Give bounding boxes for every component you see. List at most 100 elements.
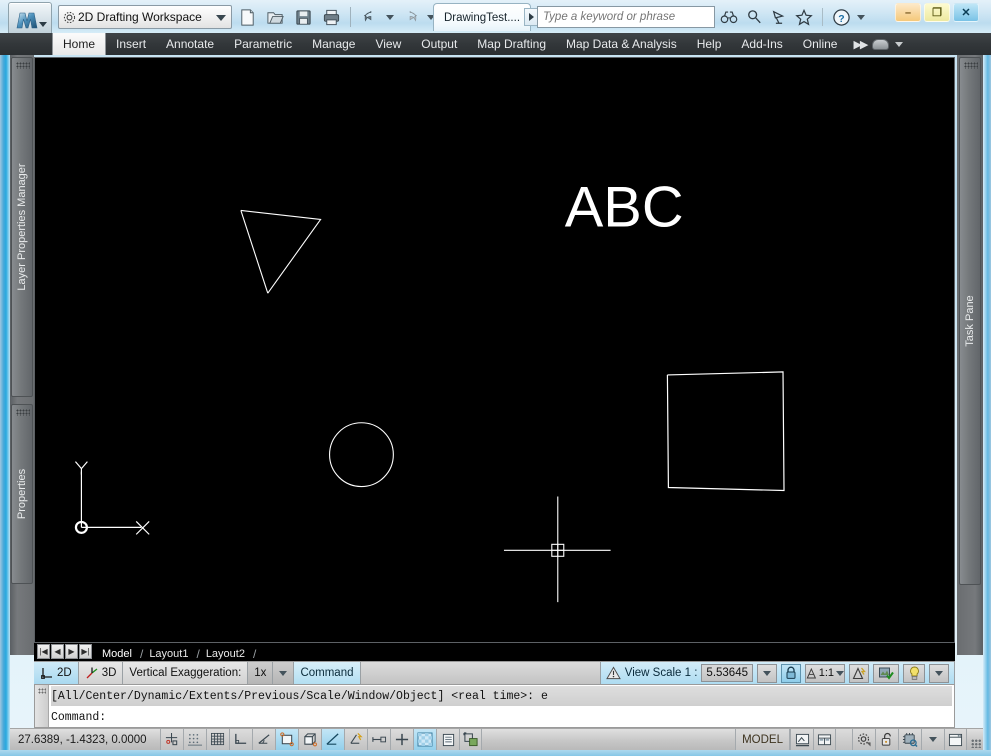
ribbon-tab-home[interactable]: Home — [52, 33, 107, 55]
text-entity-abc[interactable]: ABC — [565, 175, 684, 239]
layout-tab-layout1[interactable]: Layout1 — [144, 647, 195, 661]
ribbon-tab-label: Online — [802, 37, 838, 51]
ribbon-tab-parametric[interactable]: Parametric — [224, 33, 302, 55]
ribbon-tab-online[interactable]: Online — [793, 33, 848, 55]
layout-tab-model[interactable]: Model — [97, 647, 139, 661]
3d-object-snap-toggle[interactable] — [298, 729, 321, 750]
ribbon-tab-annotate[interactable]: Annotate — [156, 33, 224, 55]
star-icon[interactable] — [793, 5, 815, 29]
maximize-window-button[interactable]: ❐ — [924, 3, 950, 22]
show-lineweight-toggle[interactable] — [390, 729, 413, 750]
snap-mode-toggle[interactable] — [183, 729, 206, 750]
redo-button[interactable] — [397, 4, 424, 30]
satellite-dish-icon[interactable] — [768, 5, 790, 29]
view-scale-overflow-button[interactable] — [929, 663, 949, 683]
view-3d-button[interactable]: 3D — [78, 662, 124, 684]
workspace-selector[interactable]: 2D Drafting Workspace — [58, 5, 232, 29]
chevron-down-icon[interactable] — [895, 41, 904, 47]
panel-tab-task-pane[interactable]: Task Pane — [959, 57, 981, 585]
object-snap-tracking-toggle[interactable] — [321, 729, 344, 750]
previous-layout-button[interactable]: ◀ — [51, 644, 64, 659]
undo-dropdown-button[interactable] — [384, 4, 396, 30]
selection-cycling-toggle[interactable] — [459, 729, 482, 750]
next-layout-button[interactable]: ▶ — [65, 644, 78, 659]
binoculars-icon[interactable] — [718, 5, 740, 29]
search-input[interactable] — [538, 7, 714, 27]
command-tab[interactable]: Command — [294, 662, 361, 684]
window-frame-left — [0, 0, 10, 756]
ortho-corner-icon — [233, 732, 249, 747]
infer-constraints-toggle[interactable] — [160, 729, 183, 750]
lightbulb-button[interactable] — [903, 663, 925, 683]
transparency-toggle[interactable] — [413, 729, 436, 750]
ribbon-tab-add-ins[interactable]: Add-Ins — [731, 33, 792, 55]
polar-tracking-toggle[interactable] — [252, 729, 275, 750]
double-chevron-right-icon[interactable]: ▶▶ — [853, 38, 868, 51]
chevron-down-icon[interactable] — [216, 15, 226, 21]
drawing-window[interactable]: – ❐ ✕ ABC — [34, 57, 955, 643]
new-file-button[interactable] — [234, 4, 261, 30]
ortho-mode-toggle[interactable] — [229, 729, 252, 750]
workspace-switching-button[interactable] — [852, 729, 875, 750]
vertical-exaggeration-value[interactable]: 1x — [248, 662, 274, 684]
view-2d-button[interactable]: 2D — [34, 662, 79, 684]
close-window-button[interactable]: ✕ — [953, 3, 979, 22]
ribbon-tab-view[interactable]: View — [365, 33, 411, 55]
model-paper-space-button[interactable]: MODEL — [735, 729, 790, 750]
magnifier-icon[interactable] — [743, 5, 765, 29]
command-window[interactable]: [All/Center/Dynamic/Extents/Previous/Sca… — [34, 684, 955, 728]
undo-button[interactable] — [356, 4, 383, 30]
layout-tab-layout2[interactable]: Layout2 — [201, 647, 252, 661]
ribbon-tab-map-data-analysis[interactable]: Map Data & Analysis — [556, 33, 687, 55]
view-scale-dropdown-button[interactable] — [757, 663, 777, 683]
grid-display-toggle[interactable] — [206, 729, 229, 750]
command-window-grip[interactable] — [35, 685, 49, 727]
panel-tab-properties[interactable]: Properties — [11, 404, 33, 584]
minimize-window-button[interactable]: – — [895, 3, 921, 22]
clean-screen-button[interactable] — [944, 729, 967, 750]
search-input-wrapper[interactable] — [537, 6, 715, 28]
drag-grip-icon[interactable] — [16, 409, 30, 416]
document-tab[interactable]: DrawingTest.... — [433, 3, 531, 31]
application-menu-caret-icon — [39, 22, 47, 27]
model-space-canvas[interactable]: ABC — [35, 58, 954, 642]
help-dropdown-button[interactable] — [855, 4, 867, 30]
warning-triangle-icon[interactable] — [605, 666, 621, 680]
document-tab-overflow-button[interactable] — [524, 8, 538, 26]
ribbon-tab-help[interactable]: Help — [687, 33, 732, 55]
dynamic-ucs-toggle[interactable] — [344, 729, 367, 750]
save-button[interactable] — [290, 4, 317, 30]
panel-tab-layer-properties-manager[interactable]: Layer Properties Manager — [11, 57, 33, 397]
autocad-map-3d-logo-icon — [14, 7, 40, 33]
object-snap-toggle[interactable] — [275, 729, 298, 750]
ribbon-tab-output[interactable]: Output — [411, 33, 467, 55]
drag-grip-icon[interactable] — [964, 62, 978, 69]
quick-properties-toggle[interactable] — [436, 729, 459, 750]
drag-grip-icon[interactable] — [16, 62, 30, 69]
dynamic-input-toggle[interactable] — [367, 729, 390, 750]
plot-button[interactable] — [318, 4, 345, 30]
annotation-visibility-button[interactable] — [873, 663, 899, 683]
quick-view-drawings-button[interactable] — [813, 729, 836, 750]
quick-view-layouts-button[interactable] — [790, 729, 813, 750]
view-scale-value[interactable]: 5.53645 — [701, 664, 753, 682]
view-scale-lock-button[interactable] — [781, 663, 801, 683]
annotation-scale-button[interactable]: 1:1 — [805, 663, 845, 683]
ribbon-hat-icon[interactable] — [872, 38, 890, 50]
ribbon-tab-insert[interactable]: Insert — [106, 33, 156, 55]
command-prompt-line[interactable]: Command: — [51, 707, 952, 727]
status-bar-menu-button[interactable] — [921, 729, 944, 750]
annotation-add-scales-button[interactable] — [849, 663, 869, 683]
toolbar-lock-button[interactable] — [875, 729, 898, 750]
question-circle-icon[interactable]: ? — [830, 5, 852, 29]
open-file-button[interactable] — [262, 4, 289, 30]
ribbon-tab-map-drafting[interactable]: Map Drafting — [467, 33, 556, 55]
selection-cycling-icon — [462, 732, 479, 747]
coordinate-readout[interactable]: 27.6389, -1.4323, 0.0000 — [10, 729, 160, 750]
first-layout-button[interactable]: |◀ — [37, 644, 50, 659]
ribbon-tab-manage[interactable]: Manage — [302, 33, 365, 55]
last-layout-button[interactable]: ▶| — [79, 644, 92, 659]
vertical-exaggeration-dropdown-button[interactable] — [273, 662, 295, 684]
hardware-acceleration-button[interactable] — [898, 729, 921, 750]
resize-grip[interactable] — [967, 729, 983, 750]
